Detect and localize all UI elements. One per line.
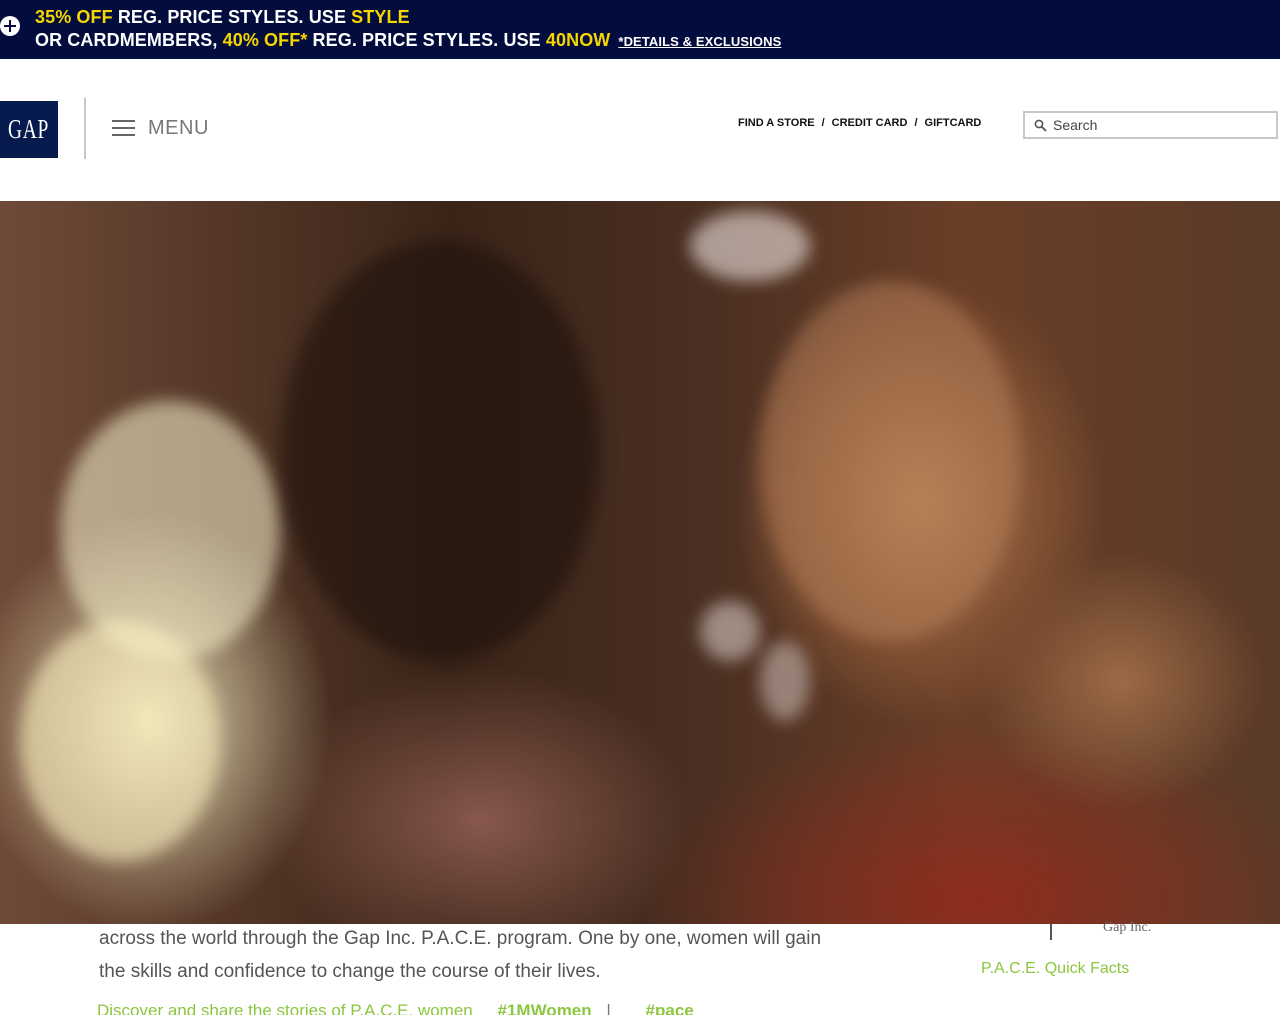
search-box[interactable] (1023, 111, 1278, 139)
promo-text: OR CARDMEMBERS, (35, 30, 223, 50)
discover-stories-link[interactable]: Discover and share the stories of P.A.C.… (97, 1001, 473, 1015)
hashtag-1mwomen[interactable]: #1MWomen (498, 1001, 592, 1015)
promo-text: REG. PRICE STYLES. USE (112, 7, 352, 27)
menu-button[interactable]: MENU (112, 116, 209, 140)
bokeh-light (20, 621, 220, 861)
search-input[interactable] (1053, 117, 1253, 133)
promo-line-1: 35% OFF REG. PRICE STYLES. USE STYLE (35, 7, 410, 28)
face-highlight (760, 281, 1020, 641)
promo-code: STYLE (351, 7, 410, 27)
promo-banner[interactable]: 35% OFF REG. PRICE STYLES. USE STYLE OR … (0, 0, 1280, 59)
find-a-store-link[interactable]: FIND A STORE (738, 117, 815, 129)
gap-logo[interactable]: GAP (0, 101, 58, 158)
hashtag-pace[interactable]: #pace (646, 1001, 694, 1015)
giftcard-link[interactable]: GIFTCARD (925, 117, 982, 129)
credit-card-link[interactable]: CREDIT CARD (832, 117, 908, 129)
menu-label: MENU (148, 116, 209, 139)
hamburger-icon (112, 119, 135, 137)
hero-image (0, 201, 1280, 924)
details-exclusions-link[interactable]: *DETAILS & EXCLUSIONS (618, 34, 781, 49)
bokeh-light (690, 211, 810, 281)
bokeh-light (60, 401, 280, 661)
hashtag-separator: | (606, 1001, 611, 1015)
header-divider (84, 98, 86, 159)
plus-circle-icon[interactable] (0, 16, 20, 36)
sidebar-divider (1050, 924, 1052, 940)
bokeh-light (760, 641, 810, 721)
gap-inc-label: Gap Inc. (1103, 920, 1152, 935)
promo-text: REG. PRICE STYLES. USE (307, 30, 546, 50)
utility-nav: FIND A STORE / CREDIT CARD / GIFTCARD (738, 117, 981, 129)
pace-description: across the world through the Gap Inc. P.… (99, 928, 822, 982)
bokeh-shadow (280, 241, 600, 661)
discover-line: Discover and share the stories of P.A.C.… (97, 1001, 694, 1015)
search-icon (1034, 119, 1047, 132)
nav-separator: / (914, 117, 918, 129)
promo-code: 40NOW (545, 30, 611, 50)
nav-separator: / (821, 117, 825, 129)
promo-line-2: OR CARDMEMBERS, 40% OFF* REG. PRICE STYL… (35, 30, 781, 51)
promo-discount: 35% OFF (35, 7, 113, 27)
pace-quick-facts-link[interactable]: P.A.C.E. Quick Facts (981, 960, 1129, 978)
site-header: GAP MENU FIND A STORE / CREDIT CARD / GI… (0, 59, 1280, 201)
bokeh-light (700, 601, 760, 661)
promo-discount: 40% OFF* (222, 30, 308, 50)
